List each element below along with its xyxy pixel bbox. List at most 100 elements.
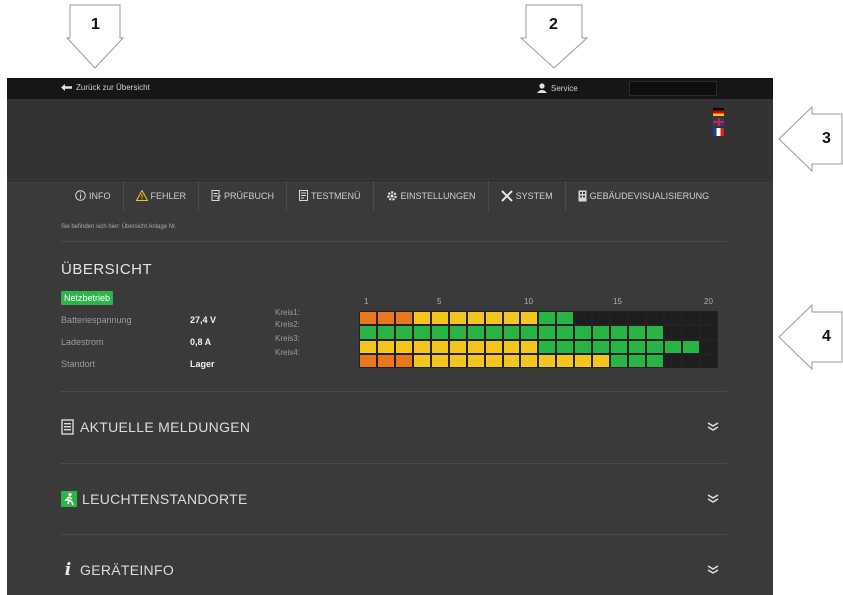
chevron-double-down-icon[interactable]	[707, 561, 719, 579]
luminaire-status-cell[interactable]	[430, 353, 449, 368]
chevron-double-down-icon[interactable]	[707, 490, 719, 508]
luminaire-status-cell[interactable]	[681, 325, 700, 340]
luminaire-status-cell[interactable]	[699, 325, 718, 340]
luminaire-status-cell[interactable]	[610, 311, 629, 326]
tab-info[interactable]: INFO	[63, 180, 124, 211]
luminaire-status-cell[interactable]	[663, 311, 682, 326]
luminaire-status-cell[interactable]	[610, 339, 629, 354]
service-login[interactable]: Service	[537, 83, 578, 93]
luminaire-status-cell[interactable]	[592, 353, 611, 368]
luminaire-status-cell[interactable]	[646, 339, 664, 354]
luminaire-status-cell[interactable]	[376, 353, 395, 368]
luminaire-status-cell[interactable]	[466, 339, 485, 354]
luminaire-status-cell[interactable]	[681, 353, 700, 368]
luminaire-status-cell[interactable]	[663, 339, 682, 354]
luminaire-status-cell[interactable]	[484, 311, 503, 326]
luminaire-status-cell[interactable]	[502, 311, 521, 326]
luminaire-status-cell[interactable]	[556, 325, 575, 340]
luminaire-status-cell[interactable]	[538, 311, 557, 326]
luminaire-status-cell[interactable]	[538, 339, 557, 354]
section-device-info[interactable]: i GERÄTEINFO	[61, 535, 727, 595]
tab-system[interactable]: SYSTEM	[489, 180, 566, 211]
luminaire-status-cell[interactable]	[412, 339, 431, 354]
luminaire-status-cell[interactable]	[484, 339, 503, 354]
luminaire-status-cell[interactable]	[628, 353, 646, 368]
luminaire-status-cell[interactable]	[394, 325, 413, 340]
luminaire-status-cell[interactable]	[430, 325, 449, 340]
luminaire-status-cell[interactable]	[430, 311, 449, 326]
luminaire-status-cell[interactable]	[538, 325, 557, 340]
luminaire-status-cell[interactable]	[448, 353, 467, 368]
luminaire-status-cell[interactable]	[592, 311, 611, 326]
tab-fehler[interactable]: FEHLER	[124, 180, 200, 211]
luminaire-status-cell[interactable]	[574, 339, 593, 354]
luminaire-status-cell[interactable]	[556, 339, 575, 354]
flag-uk-icon[interactable]	[713, 118, 724, 126]
luminaire-status-cell[interactable]	[574, 353, 593, 368]
luminaire-status-cell[interactable]	[556, 353, 575, 368]
gear-icon	[386, 190, 398, 202]
luminaire-status-cell[interactable]	[376, 325, 395, 340]
luminaire-status-cell[interactable]	[484, 353, 503, 368]
section-luminaire-locations[interactable]: LEUCHTENSTANDORTE	[61, 464, 727, 534]
luminaire-status-cell[interactable]	[574, 311, 593, 326]
luminaire-status-cell[interactable]	[448, 311, 467, 326]
luminaire-status-cell[interactable]	[574, 325, 593, 340]
luminaire-status-cell[interactable]	[502, 325, 521, 340]
luminaire-status-cell[interactable]	[448, 325, 467, 340]
luminaire-status-cell[interactable]	[699, 339, 718, 354]
flag-fr-icon[interactable]	[713, 128, 724, 136]
luminaire-status-cell[interactable]	[592, 339, 611, 354]
luminaire-status-cell[interactable]	[484, 325, 503, 340]
tab-gebaeudevisualisierung[interactable]: GEBÄUDEVISUALISIERUNG	[566, 181, 722, 211]
luminaire-status-cell[interactable]	[412, 311, 431, 326]
luminaire-status-cell[interactable]	[556, 311, 575, 326]
luminaire-status-cell[interactable]	[646, 311, 664, 326]
luminaire-status-cell[interactable]	[520, 353, 539, 368]
back-link[interactable]: Zurück zur Übersicht	[61, 83, 150, 92]
luminaire-status-cell[interactable]	[502, 339, 521, 354]
login-field[interactable]	[629, 81, 717, 96]
chevron-double-down-icon[interactable]	[707, 418, 719, 436]
luminaire-status-cell[interactable]	[681, 311, 700, 326]
luminaire-status-cell[interactable]	[663, 325, 682, 340]
luminaire-status-cell[interactable]	[466, 311, 485, 326]
luminaire-status-cell[interactable]	[376, 311, 395, 326]
luminaire-status-cell[interactable]	[394, 353, 413, 368]
luminaire-status-cell[interactable]	[448, 339, 467, 354]
flag-de-icon[interactable]	[713, 108, 724, 116]
luminaire-status-cell[interactable]	[430, 339, 449, 354]
luminaire-status-cell[interactable]	[699, 353, 718, 368]
luminaire-status-cell[interactable]	[466, 325, 485, 340]
tab-testmenue[interactable]: TESTMENÜ	[287, 180, 374, 211]
luminaire-status-cell[interactable]	[699, 311, 718, 326]
luminaire-status-cell[interactable]	[359, 325, 377, 340]
luminaire-status-cell[interactable]	[592, 325, 611, 340]
luminaire-status-cell[interactable]	[359, 353, 377, 368]
luminaire-status-cell[interactable]	[538, 353, 557, 368]
luminaire-status-cell[interactable]	[681, 339, 700, 354]
luminaire-status-cell[interactable]	[663, 353, 682, 368]
luminaire-status-cell[interactable]	[610, 353, 629, 368]
luminaire-status-cell[interactable]	[394, 339, 413, 354]
luminaire-status-cell[interactable]	[628, 339, 646, 354]
luminaire-status-cell[interactable]	[610, 325, 629, 340]
luminaire-status-cell[interactable]	[628, 311, 646, 326]
luminaire-status-cell[interactable]	[359, 339, 377, 354]
luminaire-status-cell[interactable]	[520, 311, 539, 326]
luminaire-status-cell[interactable]	[520, 325, 539, 340]
luminaire-status-cell[interactable]	[412, 325, 431, 340]
luminaire-status-cell[interactable]	[520, 339, 539, 354]
section-current-messages[interactable]: AKTUELLE MELDUNGEN	[61, 392, 727, 462]
luminaire-status-cell[interactable]	[628, 325, 646, 340]
luminaire-status-cell[interactable]	[359, 311, 377, 326]
luminaire-status-cell[interactable]	[502, 353, 521, 368]
luminaire-status-cell[interactable]	[376, 339, 395, 354]
tab-pruefbuch[interactable]: PRÜFBUCH	[199, 180, 288, 211]
luminaire-status-cell[interactable]	[394, 311, 413, 326]
tab-einstellungen[interactable]: EINSTELLUNGEN	[374, 180, 489, 211]
luminaire-status-cell[interactable]	[412, 353, 431, 368]
luminaire-status-cell[interactable]	[646, 353, 664, 368]
luminaire-status-cell[interactable]	[646, 325, 664, 340]
luminaire-status-cell[interactable]	[466, 353, 485, 368]
